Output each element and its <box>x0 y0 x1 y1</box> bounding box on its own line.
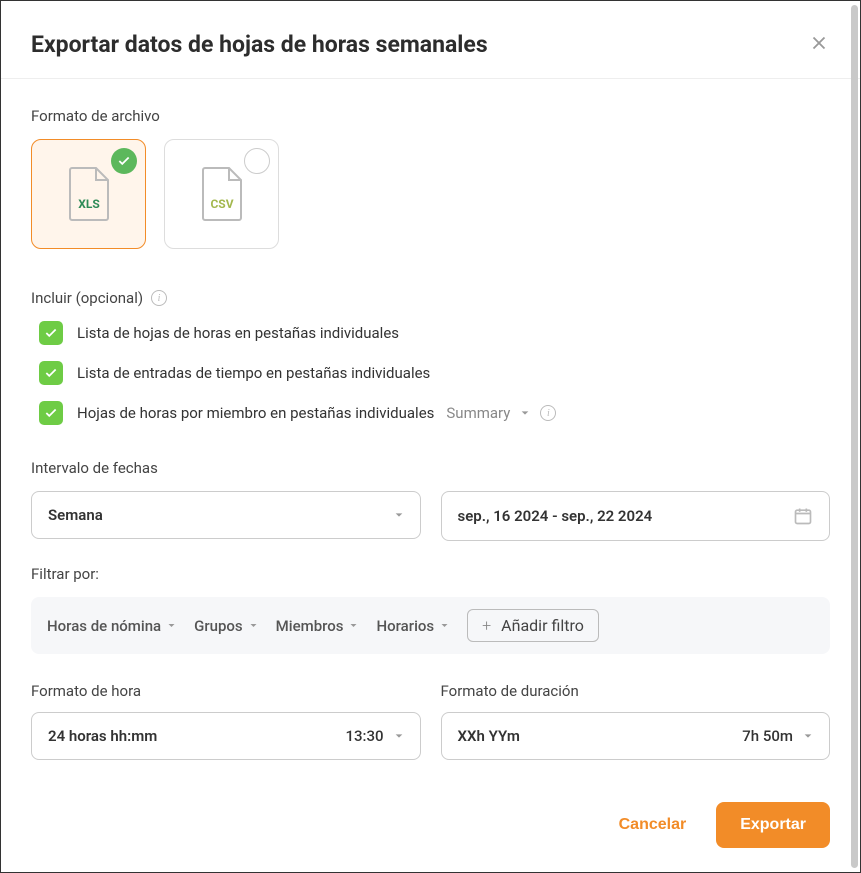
filter-label: Filtrar por: <box>31 565 830 583</box>
time-format-value: 24 horas hh:mm <box>48 727 157 745</box>
date-range-label: Intervalo de fechas <box>31 459 830 477</box>
check-icon <box>44 406 58 420</box>
checkbox-per-member[interactable] <box>39 401 63 425</box>
selected-badge <box>111 148 137 174</box>
svg-text:CSV: CSV <box>210 197 233 211</box>
cancel-button[interactable]: Cancelar <box>601 804 705 846</box>
chevron-down-icon <box>440 621 449 630</box>
chevron-down-icon <box>520 408 530 418</box>
scrollbar[interactable] <box>851 5 858 868</box>
info-icon[interactable]: i <box>540 405 556 421</box>
close-icon <box>808 32 830 54</box>
chevron-down-icon <box>394 510 404 520</box>
filter-groups[interactable]: Grupos <box>194 617 258 635</box>
info-icon[interactable]: i <box>151 290 167 306</box>
add-filter-button[interactable]: + Añadir filtro <box>467 609 599 642</box>
modal-title: Exportar datos de hojas de horas semanal… <box>31 31 488 58</box>
time-format-label: Formato de hora <box>31 682 421 700</box>
export-button[interactable]: Exportar <box>716 802 830 848</box>
file-format-label: Formato de archivo <box>31 107 830 125</box>
time-format-preview: 13:30 <box>345 727 383 745</box>
time-format-select[interactable]: 24 horas hh:mm 13:30 <box>31 712 421 760</box>
check-label: Hojas de horas por miembro en pestañas i… <box>77 404 434 422</box>
date-range-value: sep., 16 2024 - sep., 22 2024 <box>458 507 653 525</box>
file-xls-icon: XLS <box>66 166 112 222</box>
format-csv-card[interactable]: CSV <box>164 139 279 249</box>
duration-format-value: XXh YYm <box>458 727 520 745</box>
check-icon <box>44 326 58 340</box>
checkbox-timesheets-list[interactable] <box>39 321 63 345</box>
unselected-badge <box>244 148 270 174</box>
chevron-down-icon <box>394 731 404 741</box>
check-icon <box>44 366 58 380</box>
calendar-icon <box>793 506 813 526</box>
chevron-down-icon <box>167 621 176 630</box>
file-csv-icon: CSV <box>199 166 245 222</box>
chevron-down-icon <box>249 621 258 630</box>
plus-icon: + <box>482 616 491 635</box>
duration-format-select[interactable]: XXh YYm 7h 50m <box>441 712 831 760</box>
duration-format-preview: 7h 50m <box>742 727 793 745</box>
close-button[interactable] <box>808 32 830 58</box>
per-member-mode-select[interactable]: Summary <box>446 404 510 422</box>
chevron-down-icon <box>803 731 813 741</box>
check-icon <box>117 154 131 168</box>
date-range-picker[interactable]: sep., 16 2024 - sep., 22 2024 <box>441 491 831 541</box>
check-label: Lista de entradas de tiempo en pestañas … <box>77 364 430 382</box>
period-select[interactable]: Semana <box>31 491 421 539</box>
format-xls-card[interactable]: XLS <box>31 139 146 249</box>
filter-bar: Horas de nómina Grupos Miembros Horarios… <box>31 597 830 654</box>
duration-format-label: Formato de duración <box>441 682 831 700</box>
filter-schedules[interactable]: Horarios <box>376 617 449 635</box>
svg-text:XLS: XLS <box>78 197 100 211</box>
check-label: Lista de hojas de horas en pestañas indi… <box>77 324 399 342</box>
period-value: Semana <box>48 506 103 524</box>
filter-members[interactable]: Miembros <box>276 617 359 635</box>
filter-payroll-hours[interactable]: Horas de nómina <box>47 617 176 635</box>
chevron-down-icon <box>349 621 358 630</box>
include-label: Incluir (opcional) <box>31 289 143 307</box>
checkbox-time-entries[interactable] <box>39 361 63 385</box>
